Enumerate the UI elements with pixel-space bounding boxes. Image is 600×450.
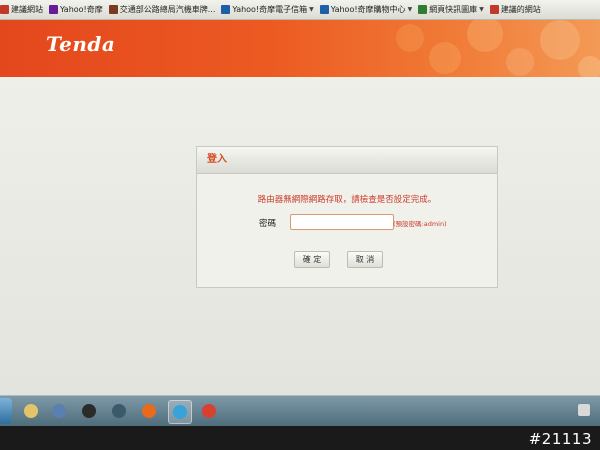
chrome-icon[interactable] xyxy=(198,400,220,422)
favorite-site-icon xyxy=(0,5,9,14)
media-player-icon[interactable] xyxy=(78,400,100,422)
file-explorer-icon[interactable] xyxy=(20,400,42,422)
login-title: 登入 xyxy=(197,147,497,174)
photo-watermark: #21113 xyxy=(528,430,592,448)
favorite-item[interactable]: 網頁快訊圖庫 ▼ xyxy=(418,4,484,15)
taskbar xyxy=(0,395,600,426)
favorite-item[interactable]: Yahoo!奇摩購物中心 ▼ xyxy=(319,4,413,15)
favorite-item[interactable]: 建議的網站 xyxy=(489,4,541,15)
default-password-hint: (預設密碼:admin) xyxy=(393,220,447,228)
favorite-label: 交通部公路總局汽機車牌... xyxy=(119,5,216,14)
favorite-label: 建議的網站 xyxy=(500,5,541,14)
tenda-logo: Tenda xyxy=(46,32,116,56)
desktop-screen: 建議網站 Yahoo!奇摩 交通部公路總局汽機車牌... Yahoo!奇摩電子信箱 ▼ Y… xyxy=(0,0,600,425)
favorite-site-icon xyxy=(418,5,428,14)
tray-icon[interactable] xyxy=(578,404,590,416)
favorite-label: Yahoo!奇摩購物中心 xyxy=(330,5,406,14)
favorite-item[interactable]: 建議網站 xyxy=(0,4,43,15)
password-label: 密碼 xyxy=(259,219,277,229)
connection-warning: 路由器無網際網路存取，請檢查是否設定完成。 xyxy=(257,195,437,205)
chevron-down-icon[interactable]: ▼ xyxy=(309,6,314,13)
favorite-site-icon xyxy=(221,5,231,14)
favorite-item[interactable]: 交通部公路總局汽機車牌... xyxy=(108,4,216,15)
router-header: Tenda xyxy=(0,20,600,77)
favorite-label: Yahoo!奇摩電子信箱 xyxy=(232,5,308,14)
chevron-down-icon[interactable]: ▼ xyxy=(408,6,413,13)
media-player-icon-glyph xyxy=(82,404,96,418)
favorite-item[interactable]: Yahoo!奇摩 xyxy=(49,4,103,15)
favorite-site-icon xyxy=(108,5,118,14)
confirm-button[interactable]: 確 定 xyxy=(294,251,330,268)
password-input[interactable] xyxy=(290,214,394,230)
favorite-site-icon xyxy=(319,5,329,14)
chevron-down-icon[interactable]: ▼ xyxy=(479,6,484,13)
file-explorer-icon-glyph xyxy=(24,404,38,418)
chrome-icon-glyph xyxy=(202,404,216,418)
network-icon[interactable] xyxy=(108,400,130,422)
firefox-icon-glyph xyxy=(142,404,156,418)
mail-icon[interactable] xyxy=(48,400,70,422)
mail-icon-glyph xyxy=(52,404,66,418)
header-decoration xyxy=(396,20,600,77)
internet-explorer-icon-glyph xyxy=(173,405,187,419)
favorite-site-icon xyxy=(49,5,58,14)
start-button[interactable] xyxy=(0,398,12,424)
cancel-button[interactable]: 取 消 xyxy=(347,251,383,268)
login-dialog: 登入 路由器無網際網路存取，請檢查是否設定完成。 密碼 (預設密碼:admin)… xyxy=(196,146,498,288)
favorite-label: 網頁快訊圖庫 xyxy=(429,5,478,14)
firefox-icon[interactable] xyxy=(138,400,160,422)
favorites-bar: 建議網站 Yahoo!奇摩 交通部公路總局汽機車牌... Yahoo!奇摩電子信箱 ▼ Y… xyxy=(0,0,600,20)
favorite-label: 建議網站 xyxy=(11,5,43,14)
favorite-site-icon xyxy=(489,5,499,14)
network-icon-glyph xyxy=(112,404,126,418)
favorite-item[interactable]: Yahoo!奇摩電子信箱 ▼ xyxy=(221,4,314,15)
favorite-label: Yahoo!奇摩 xyxy=(60,5,103,14)
internet-explorer-icon[interactable] xyxy=(168,400,192,424)
